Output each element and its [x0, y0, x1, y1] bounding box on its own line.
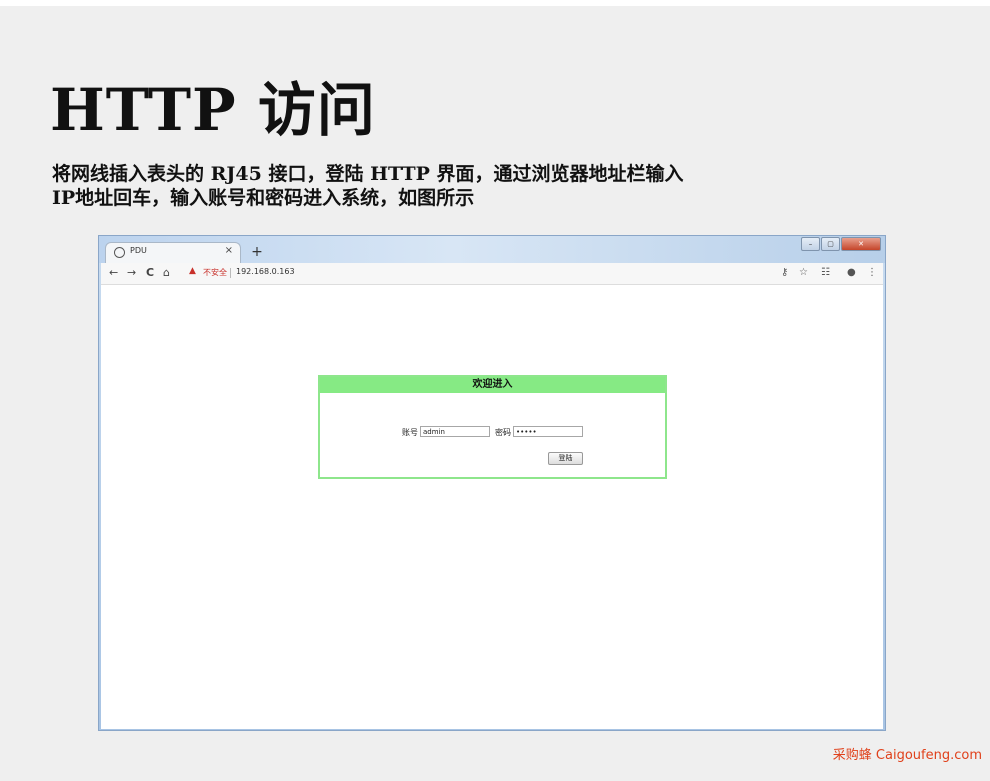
password-label: 密码 — [495, 428, 511, 437]
page-title: HTTP 访问 — [50, 76, 376, 144]
login-button[interactable]: 登陆 — [548, 452, 583, 465]
browser-tab[interactable]: PDU × — [105, 242, 241, 263]
account-icon[interactable]: ● — [847, 266, 856, 280]
home-icon[interactable]: ⌂ — [163, 266, 170, 280]
maximize-button[interactable]: ▢ — [821, 237, 840, 251]
password-input[interactable]: ••••• — [513, 426, 583, 437]
security-label[interactable]: 不安全 — [203, 267, 227, 278]
window-controls: – ▢ ✕ — [801, 237, 881, 251]
menu-icon[interactable]: ⋮ — [867, 266, 877, 280]
forward-icon[interactable]: → — [127, 266, 136, 280]
back-icon[interactable]: ← — [109, 266, 118, 280]
warning-icon: ▲ — [189, 266, 196, 276]
login-panel: 欢迎进入 账号 admin 密码 ••••• 登陆 — [318, 375, 667, 479]
description-text: 将网线插入表头的 RJ45 接口，登陆 HTTP 界面，通过浏览器地址栏输入 I… — [52, 162, 812, 210]
browser-toolbar: ← → C ⌂ ▲ 不安全 192.168.0.163 ⚷ ☆ ☷ ● ⋮ — [101, 263, 883, 285]
address-url[interactable]: 192.168.0.163 — [236, 267, 295, 276]
description-line-1: 将网线插入表头的 RJ45 接口，登陆 HTTP 界面，通过浏览器地址栏输入 — [52, 163, 684, 185]
account-input[interactable]: admin — [420, 426, 490, 437]
star-icon[interactable]: ☆ — [799, 266, 808, 280]
tab-title: PDU — [130, 246, 147, 255]
address-bar[interactable]: ▲ 不安全 192.168.0.163 — [185, 265, 745, 281]
browser-titlebar: PDU × + – ▢ ✕ — [99, 236, 885, 263]
reader-icon[interactable]: ☷ — [821, 266, 830, 280]
description-line-2: IP地址回车，输入账号和密码进入系统，如图所示 — [52, 187, 475, 209]
reload-icon[interactable]: C — [146, 266, 154, 280]
watermark: 采购蜂 Caigoufeng.com — [832, 748, 982, 763]
login-title: 欢迎进入 — [320, 377, 665, 393]
tab-close-icon[interactable]: × — [225, 245, 233, 256]
globe-icon — [114, 247, 125, 258]
top-strip — [0, 0, 990, 6]
new-tab-button[interactable]: + — [249, 244, 265, 260]
minimize-button[interactable]: – — [801, 237, 820, 251]
key-icon[interactable]: ⚷ — [781, 266, 788, 280]
account-label: 账号 — [402, 428, 418, 437]
browser-window: PDU × + – ▢ ✕ ← → C ⌂ ▲ 不安全 192.168.0.16… — [98, 235, 886, 731]
address-divider — [230, 268, 231, 278]
close-window-button[interactable]: ✕ — [841, 237, 881, 251]
page-viewport: 欢迎进入 账号 admin 密码 ••••• 登陆 — [101, 285, 883, 729]
